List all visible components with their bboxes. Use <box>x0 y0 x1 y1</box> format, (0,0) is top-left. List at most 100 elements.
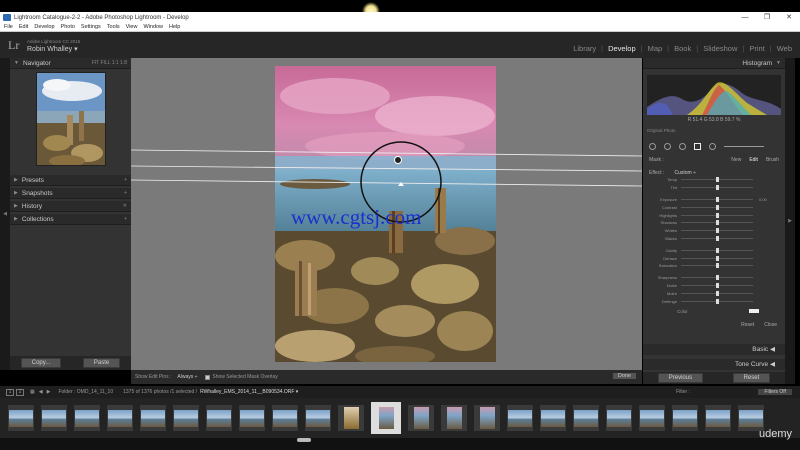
navigator-preview[interactable] <box>35 72 106 166</box>
slider-sharpness[interactable]: Sharpness <box>643 274 785 282</box>
edit-pins-select[interactable]: Always ÷ <box>177 374 197 380</box>
left-panel-toggle[interactable]: ◀ <box>0 58 10 370</box>
filmstrip-thumbnail[interactable] <box>41 405 67 431</box>
slider-knob[interactable] <box>716 247 719 253</box>
slider-exposure[interactable]: Exposure 0.00 <box>643 196 785 204</box>
filmstrip-thumbnail[interactable] <box>705 405 731 431</box>
slider-track[interactable] <box>681 275 753 281</box>
filmstrip-thumbnail[interactable] <box>573 405 599 431</box>
slider-track[interactable] <box>681 220 753 226</box>
slider-track[interactable] <box>681 204 753 210</box>
slider-track[interactable] <box>681 290 753 296</box>
filmstrip-thumbnail[interactable] <box>507 405 533 431</box>
filmstrip-thumbnail[interactable] <box>338 405 364 431</box>
filmstrip-thumbnail[interactable] <box>74 405 100 431</box>
mask-edit[interactable]: Edit <box>749 157 758 163</box>
slider-dehaze[interactable]: Dehaze <box>643 254 785 262</box>
mask-overlay-checkbox[interactable] <box>205 374 211 380</box>
histogram[interactable] <box>647 75 781 115</box>
slider-moire[interactable]: Moiré <box>643 289 785 297</box>
filmstrip-thumbnail[interactable] <box>8 405 34 431</box>
slider-blacks[interactable]: Blacks <box>643 235 785 243</box>
slider-track[interactable] <box>681 298 753 304</box>
slider-track[interactable] <box>681 263 753 269</box>
menu-develop[interactable]: Develop <box>34 24 54 30</box>
spot-removal-icon[interactable] <box>664 142 671 150</box>
crop-icon[interactable] <box>649 142 656 150</box>
slider-knob[interactable] <box>716 185 719 191</box>
slider-knob[interactable] <box>716 235 719 241</box>
mask-new[interactable]: New <box>731 157 741 163</box>
filmstrip-resize-handle[interactable] <box>297 438 311 442</box>
mask-reset-button[interactable]: Reset <box>741 322 754 328</box>
filter-line-bottom[interactable] <box>131 179 642 187</box>
previous-button[interactable]: Previous <box>657 373 704 383</box>
mask-brush[interactable]: Brush <box>766 157 779 163</box>
add-icon[interactable]: + <box>124 216 127 222</box>
add-icon[interactable]: + <box>124 177 127 183</box>
paste-button[interactable]: Paste <box>82 358 121 368</box>
brush-slider[interactable] <box>724 145 764 147</box>
filmstrip-thumbnail[interactable] <box>272 405 298 431</box>
filmstrip-thumbnail-selected[interactable] <box>371 402 401 434</box>
slider-track[interactable] <box>681 228 753 234</box>
red-eye-icon[interactable] <box>679 142 686 150</box>
filmstrip-thumbnail[interactable] <box>408 405 434 431</box>
filmstrip-thumbnail[interactable] <box>140 405 166 431</box>
filmstrip-thumbnail[interactable] <box>173 405 199 431</box>
slider-track[interactable] <box>681 177 753 183</box>
mask-close-button[interactable]: Close <box>764 322 777 328</box>
slider-knob[interactable] <box>716 282 719 288</box>
slider-track[interactable] <box>681 235 753 241</box>
filmstrip[interactable] <box>0 398 800 438</box>
done-button[interactable]: Done <box>612 373 636 379</box>
histogram-header[interactable]: Histogram ▼ <box>643 58 785 69</box>
folder-source[interactable]: Folder : OMD_14_11_10 <box>58 389 113 395</box>
menu-photo[interactable]: Photo <box>61 24 75 30</box>
basic-panel-header[interactable]: Basic ◀ <box>643 344 785 355</box>
slider-knob[interactable] <box>716 220 719 226</box>
slider-defringe[interactable]: Defringe <box>643 297 785 305</box>
menu-help[interactable]: Help <box>169 24 180 30</box>
filmstrip-thumbnail[interactable] <box>672 405 698 431</box>
back-icon[interactable]: ◀ <box>39 389 43 395</box>
collections-header[interactable]: ▶ Collections + <box>10 214 131 225</box>
filmstrip-thumbnail[interactable] <box>206 405 232 431</box>
menu-edit[interactable]: Edit <box>19 24 28 30</box>
slider-track[interactable] <box>681 282 753 288</box>
snapshots-header[interactable]: ▶ Snapshots + <box>10 188 131 199</box>
slider-track[interactable] <box>681 255 753 261</box>
slider-clarity[interactable]: Clarity <box>643 246 785 254</box>
module-library[interactable]: Library <box>573 44 596 53</box>
selected-filename[interactable]: RWhalley_EMS_2014_11__B090534.ORF ▾ <box>200 389 298 395</box>
exposure-value[interactable]: 0.00 <box>759 197 771 202</box>
add-icon[interactable]: + <box>124 190 127 196</box>
clear-icon[interactable]: ✕ <box>123 203 127 209</box>
menu-window[interactable]: Window <box>143 24 163 30</box>
filmstrip-thumbnail[interactable] <box>239 405 265 431</box>
filmstrip-thumbnail[interactable] <box>107 405 133 431</box>
filter-select[interactable]: Filters Off <box>758 389 792 395</box>
slider-knob[interactable] <box>716 290 719 296</box>
menu-tools[interactable]: Tools <box>107 24 120 30</box>
slider-saturation[interactable]: Saturation <box>643 262 785 270</box>
filter-line-top[interactable] <box>131 149 642 157</box>
filmstrip-thumbnail[interactable] <box>305 405 331 431</box>
page-2-button[interactable]: 2 <box>16 388 24 396</box>
slider-tint[interactable]: Tint <box>643 184 785 192</box>
filter-pin[interactable] <box>394 156 402 164</box>
copy-button[interactable]: Copy... <box>20 358 62 368</box>
image-canvas[interactable]: www.cgtsj.com <box>131 58 642 370</box>
filmstrip-thumbnail[interactable] <box>441 405 467 431</box>
module-print[interactable]: Print <box>749 44 764 53</box>
slider-noise[interactable]: Noise <box>643 282 785 290</box>
page-1-button[interactable]: 1 <box>6 388 14 396</box>
slider-knob[interactable] <box>716 177 719 183</box>
slider-knob[interactable] <box>716 204 719 210</box>
slider-knob[interactable] <box>716 196 719 202</box>
slider-knob[interactable] <box>716 298 719 304</box>
slider-knob[interactable] <box>716 228 719 234</box>
slider-shadows[interactable]: Shadows <box>643 219 785 227</box>
slider-track[interactable] <box>681 196 753 202</box>
filmstrip-thumbnail[interactable] <box>639 405 665 431</box>
